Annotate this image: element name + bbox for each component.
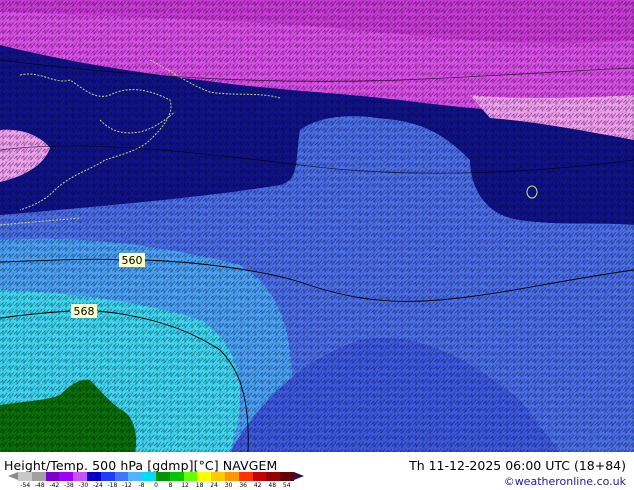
colorbar-tick-label: -54 xyxy=(20,482,31,489)
colorbar-tick-label: -18 xyxy=(107,482,118,489)
colorbar-tick-label: -38 xyxy=(63,482,74,489)
colorbar-tick-label: 30 xyxy=(224,482,233,489)
colorbar-segment xyxy=(59,472,74,481)
colorbar-segment xyxy=(114,472,129,481)
colorbar-segment xyxy=(18,472,32,481)
colorbar-arrow-right xyxy=(294,472,304,480)
site-credit[interactable]: ©weatheronline.co.uk xyxy=(504,475,626,488)
colorbar-tick-label: 48 xyxy=(268,482,277,489)
contour-label-560: 560 xyxy=(122,254,143,267)
colorbar-segment xyxy=(142,472,156,481)
colorbar-tick-label: 12 xyxy=(181,482,189,489)
colorbar-tick-label: 42 xyxy=(253,482,262,489)
colorbar-segment xyxy=(183,472,198,481)
colorbar-segment xyxy=(211,472,225,481)
colorbar-segment xyxy=(73,472,87,481)
temperature-colorbar xyxy=(18,472,294,481)
colorbar-tick-label: -8 xyxy=(138,482,145,489)
forecast-datetime: Th 11-12-2025 06:00 UTC (18+84) xyxy=(409,458,626,473)
colorbar-tick-label: -24 xyxy=(92,482,103,489)
colorbar-segment xyxy=(280,472,294,481)
colorbar-segment xyxy=(128,472,143,481)
colorbar-segment xyxy=(31,472,46,481)
contour-label-568: 568 xyxy=(74,305,95,318)
colorbar-segment xyxy=(169,472,184,481)
colorbar-segment xyxy=(86,472,101,481)
colorbar-segment xyxy=(252,472,267,481)
colorbar-tick-label: -42 xyxy=(49,482,60,489)
colorbar-tick-label: -48 xyxy=(34,482,45,489)
colorbar-segment xyxy=(45,472,60,481)
colorbar-segment xyxy=(197,472,212,481)
colorbar-tick-label: 24 xyxy=(210,482,218,489)
colorbar-segment xyxy=(238,472,253,481)
colorbar-tick-label: -12 xyxy=(122,482,132,489)
colorbar-tick-label: 0 xyxy=(154,482,158,489)
colorbar-segment xyxy=(100,472,115,481)
colorbar-tick-label: 36 xyxy=(239,482,247,489)
footer-bar: Height/Temp. 500 hPa [gdmp][°C] NAVGEM T… xyxy=(0,452,634,490)
colorbar-segment xyxy=(224,472,239,481)
colorbar-arrow-left xyxy=(8,472,18,480)
colorbar-tick-label: -30 xyxy=(78,482,89,489)
map-title: Height/Temp. 500 hPa [gdmp][°C] NAVGEM xyxy=(4,458,278,473)
colorbar-tick-label: 8 xyxy=(168,482,173,489)
weather-map: 560 568 xyxy=(0,0,634,452)
colorbar-segment xyxy=(155,472,170,481)
colorbar-tick-label: 18 xyxy=(195,482,204,489)
colorbar-tick-label: 54 xyxy=(282,482,291,489)
colorbar-segment xyxy=(266,472,281,481)
colorbar-ticks: -54 -48 -42 -38 -30 -24 -18 -12 -8 0 8 12 18 24 30 36 42… xyxy=(18,482,294,490)
